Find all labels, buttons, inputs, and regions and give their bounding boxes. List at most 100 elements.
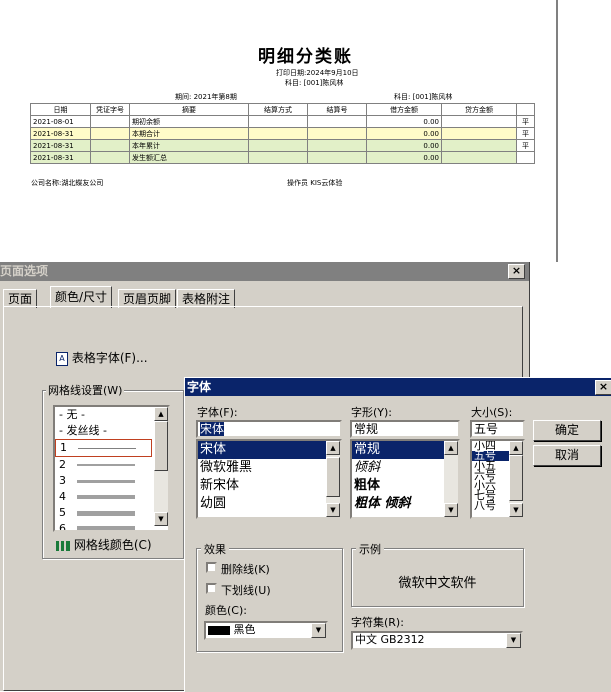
table-row: 2021-08-31 发生额汇总 0.00 <box>30 151 535 164</box>
col-header: 借方金额 <box>366 103 442 116</box>
cell-flag: 平 <box>516 139 535 152</box>
scroll-thumb[interactable] <box>509 455 523 501</box>
scroll-down-icon[interactable]: ▼ <box>444 503 458 517</box>
scroll-thumb[interactable] <box>154 421 168 471</box>
list-item[interactable]: 2 <box>55 457 168 473</box>
scroll-up-icon[interactable]: ▲ <box>326 441 340 455</box>
col-header: 结算号 <box>307 103 367 116</box>
list-item[interactable]: 粗体 倾斜 <box>352 495 458 513</box>
underline-label: 下划线(U) <box>221 584 271 597</box>
cell-summary: 本年累计 <box>129 139 249 152</box>
font-dialog-title: 字体 <box>187 380 212 394</box>
cell-debit: 0.00 <box>366 151 442 164</box>
cell-method <box>248 115 308 128</box>
table-row: 2021-08-31 本年累计 0.00 平 <box>30 139 535 152</box>
grid-item-label: 4 <box>59 490 66 503</box>
list-item[interactable]: 宋体 <box>198 441 326 459</box>
grid-list-scrollbar[interactable]: ▲ ▼ <box>154 407 168 526</box>
list-item[interactable]: 新宋体 <box>198 477 340 495</box>
table-font-button[interactable]: A 表格字体(F)... <box>56 349 148 366</box>
list-item[interactable]: 常规 <box>352 441 444 459</box>
list-item[interactable]: 倾斜 <box>352 459 458 477</box>
size-list-scrollbar[interactable]: ▲ ▼ <box>509 441 523 517</box>
list-item[interactable]: 微软雅黑 <box>198 459 340 477</box>
line-sample <box>77 464 135 466</box>
list-item[interactable]: 5 <box>55 505 168 521</box>
preview-margin <box>558 0 611 262</box>
list-item-selected[interactable]: 1 <box>55 439 152 457</box>
list-item[interactable]: 粗体 <box>352 477 458 495</box>
scroll-down-icon[interactable]: ▼ <box>154 512 168 526</box>
list-item[interactable]: - 发丝线 - <box>55 423 168 439</box>
color-select[interactable]: 黑色 ▼ <box>204 621 328 640</box>
sample-text: 微软中文软件 <box>398 576 477 591</box>
scroll-up-icon[interactable]: ▲ <box>154 407 168 421</box>
grid-settings-label: 网格线设置(W) <box>46 382 125 398</box>
cell-voucher <box>90 127 130 140</box>
list-item[interactable]: 幼圆 <box>198 495 340 513</box>
grid-color-button[interactable]: 网格线颜色(C) <box>56 536 152 553</box>
cell-flag: 平 <box>516 115 535 128</box>
sample-label: 示例 <box>356 541 384 557</box>
line-sample <box>78 448 136 449</box>
chevron-down-icon[interactable]: ▼ <box>311 623 326 638</box>
cell-voucher <box>90 139 130 152</box>
grid-item-label: 5 <box>59 506 66 519</box>
operator-name: 操作员 KIS云体验 <box>287 179 343 187</box>
scroll-down-icon[interactable]: ▼ <box>509 503 523 517</box>
font-style-input[interactable]: 常规 <box>350 420 460 438</box>
print-date: 打印日期:2024年9月10日 <box>276 69 359 77</box>
font-style-list[interactable]: 常规 倾斜 粗体 粗体 倾斜 ▲ ▼ <box>350 439 460 519</box>
color-swatch <box>208 625 230 635</box>
list-item[interactable]: - 无 - <box>55 407 168 423</box>
cell-voucher <box>90 151 130 164</box>
scroll-up-icon[interactable]: ▲ <box>509 441 523 455</box>
list-item[interactable]: 6 <box>55 521 168 530</box>
effects-label: 效果 <box>201 541 229 557</box>
cell-credit <box>441 115 517 128</box>
font-dialog-titlebar[interactable]: 字体 × <box>185 378 611 396</box>
cell-summary: 发生额汇总 <box>129 151 249 164</box>
line-sample <box>77 526 135 530</box>
strikethrough-checkbox[interactable] <box>206 562 217 573</box>
chevron-down-icon[interactable]: ▼ <box>506 633 521 648</box>
charset-select[interactable]: 中文 GB2312 ▼ <box>351 631 523 650</box>
underline-checkbox[interactable] <box>206 583 217 594</box>
scroll-down-icon[interactable]: ▼ <box>326 503 340 517</box>
grid-item-label: 3 <box>59 474 66 487</box>
report-preview: 明细分类账 打印日期:2024年9月10日 科目: [001]陈风林 期间: 2… <box>0 0 557 262</box>
cell-method <box>248 139 308 152</box>
cell-method <box>248 127 308 140</box>
ok-button[interactable]: 确定 <box>533 420 601 441</box>
grid-item-label: 1 <box>60 441 67 454</box>
font-face-input[interactable]: 宋体 <box>196 420 342 438</box>
period-label: 期间: 2021年第8期 <box>175 93 237 101</box>
font-icon: A <box>56 351 68 366</box>
cell-summary: 本期合计 <box>129 127 249 140</box>
font-list-scrollbar[interactable]: ▲ ▼ <box>326 441 340 517</box>
font-size-input[interactable]: 五号 <box>470 420 525 438</box>
font-dialog-close-button[interactable]: × <box>595 380 611 395</box>
font-dialog: 字体 × 字体(F): 宋体 宋体 微软雅黑 新宋体 幼圆 ▲ ▼ 字形(Y):… <box>184 377 611 692</box>
grid-line-list[interactable]: - 无 - - 发丝线 - 1 2 3 4 5 6 ▲ ▼ <box>53 405 170 532</box>
company-name: 公司名称:湖北蝶友公司 <box>31 179 104 187</box>
list-item[interactable]: 4 <box>55 489 168 505</box>
line-sample <box>77 495 135 499</box>
color-value: 黑色 <box>233 623 256 636</box>
charset-label: 字符集(R): <box>351 616 404 629</box>
cancel-button[interactable]: 取消 <box>533 445 601 466</box>
cell-debit: 0.00 <box>366 127 442 140</box>
strikethrough-label: 删除线(K) <box>221 563 270 576</box>
tab-color-size[interactable]: 颜色/尺寸 <box>50 286 113 308</box>
list-item[interactable]: 3 <box>55 473 168 489</box>
font-size-list[interactable]: 小四 五号 小五 六号 小六 七号 八号 ▲ ▼ <box>470 439 525 519</box>
cell-no <box>307 151 367 164</box>
scroll-up-icon[interactable]: ▲ <box>444 441 458 455</box>
bar-chart-icon <box>56 540 70 551</box>
font-face-list[interactable]: 宋体 微软雅黑 新宋体 幼圆 ▲ ▼ <box>196 439 342 519</box>
table-row: 2021-08-01 期初余额 0.00 平 <box>30 115 535 128</box>
scroll-thumb[interactable] <box>326 457 340 497</box>
page-dialog-close-button[interactable]: × <box>508 264 525 279</box>
style-list-scrollbar[interactable]: ▲ ▼ <box>444 441 458 517</box>
page-options-titlebar[interactable]: 页面选项 × <box>0 262 529 281</box>
